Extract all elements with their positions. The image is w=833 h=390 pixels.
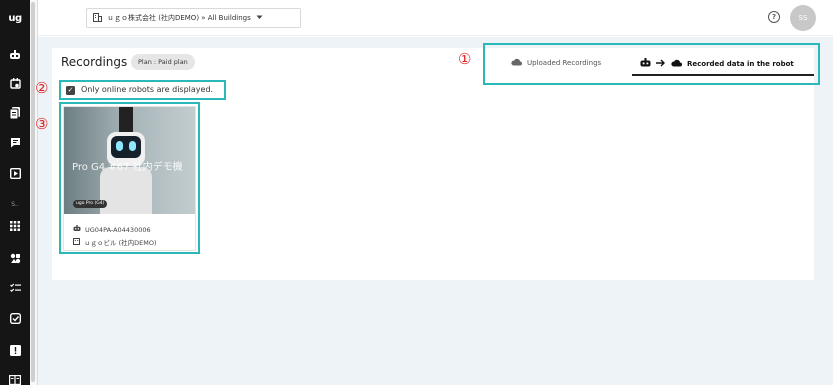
check-square-icon[interactable] bbox=[0, 308, 30, 328]
sidebar-scrollbar[interactable] bbox=[30, 0, 38, 385]
book-icon[interactable] bbox=[0, 370, 30, 390]
online-filter-label[interactable]: Only online robots are displayed. bbox=[81, 85, 213, 94]
tab-recorded-in-robot[interactable]: Recorded data in the robot bbox=[640, 58, 794, 70]
building-name: ｕｇｏビル (社内DEMO) bbox=[84, 239, 157, 247]
chat-icon[interactable] bbox=[0, 132, 30, 152]
annotation-number-1: ① bbox=[458, 50, 472, 68]
tab-uploaded-label: Uploaded Recordings bbox=[527, 59, 602, 67]
sidebar: ug S.. bbox=[0, 0, 30, 385]
robot-id-row: UG04PA-A04430006 bbox=[73, 225, 151, 234]
building-selector[interactable]: ｕｇｏ株式会社 (社内DEMO) » All Buildings bbox=[86, 8, 301, 28]
online-filter-checkbox[interactable]: ✓ bbox=[66, 86, 75, 95]
document-icon[interactable] bbox=[0, 103, 30, 123]
chevron-down-icon bbox=[256, 14, 263, 22]
alert-icon[interactable] bbox=[0, 340, 30, 360]
robot-name: Pro G4 #67 社内デモ機 bbox=[72, 162, 183, 173]
scrollbar-thumb[interactable] bbox=[31, 2, 35, 382]
settings-icon[interactable] bbox=[0, 248, 30, 268]
robot-eye bbox=[116, 141, 123, 151]
top-bar: ｕｇｏ株式会社 (社内DEMO) » All Buildings bbox=[38, 0, 833, 36]
app-logo[interactable]: ug bbox=[0, 8, 30, 28]
help-icon[interactable]: ? bbox=[768, 11, 780, 23]
robot-icon bbox=[73, 225, 81, 234]
model-tag: ugo Pro (G4) bbox=[73, 200, 108, 208]
logo-text: ug bbox=[8, 12, 22, 24]
tab-uploaded-recordings[interactable]: Uploaded Recordings bbox=[511, 58, 601, 68]
calendar-icon[interactable] bbox=[0, 73, 30, 93]
section-label: S.. bbox=[11, 200, 19, 208]
robot-image: Pro G4 #67 社内デモ機 ugo Pro (G4) bbox=[64, 107, 195, 214]
annotation-number-3: ③ bbox=[35, 115, 49, 133]
robot-icon[interactable] bbox=[0, 45, 30, 65]
play-icon[interactable] bbox=[0, 163, 30, 183]
robot-eye bbox=[129, 141, 136, 151]
plan-badge: Plan : Paid plan bbox=[131, 54, 195, 70]
building-icon bbox=[73, 237, 80, 247]
robot-id: UG04PA-A04430006 bbox=[85, 225, 151, 234]
robot-card[interactable]: Pro G4 #67 社内デモ機 ugo Pro (G4) UG04PA-A04… bbox=[63, 106, 196, 251]
robot-icon bbox=[640, 58, 651, 70]
grid-icon[interactable] bbox=[0, 216, 30, 236]
cloud-icon bbox=[511, 58, 522, 68]
user-avatar[interactable]: SS bbox=[790, 5, 816, 31]
active-tab-indicator bbox=[632, 74, 814, 76]
annotation-number-2: ② bbox=[35, 79, 49, 97]
building-selector-label: ｕｇｏ株式会社 (社内DEMO) » All Buildings bbox=[107, 14, 251, 22]
tab-robot-label: Recorded data in the robot bbox=[687, 60, 794, 68]
building-icon bbox=[93, 12, 102, 24]
checklist-icon[interactable] bbox=[0, 278, 30, 298]
arrow-right-icon bbox=[656, 59, 666, 69]
cloud-icon bbox=[671, 59, 682, 69]
page-title: Recordings bbox=[61, 55, 128, 69]
building-row: ｕｇｏビル (社内DEMO) bbox=[73, 237, 156, 247]
